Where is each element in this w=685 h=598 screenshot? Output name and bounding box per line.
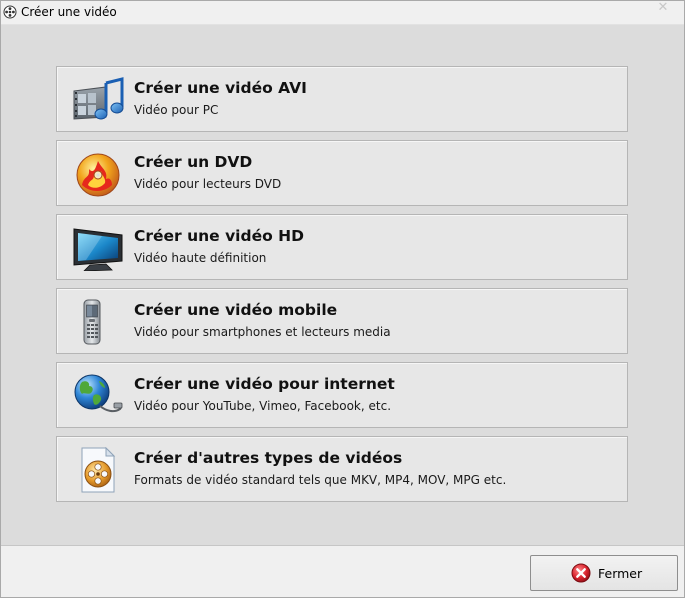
film-reel-icon [3,5,17,19]
options-panel: Créer une vidéo AVI Vidéo pour PC Créer … [1,25,684,546]
create-dvd-button[interactable]: Créer un DVD Vidéo pour lecteurs DVD [56,140,628,206]
option-title: Créer d'autres types de vidéos [134,449,403,467]
mobile-phone-icon [83,299,101,345]
title-bar: Créer une vidéo ✕ [1,1,684,25]
create-other-video-types-button[interactable]: Créer d'autres types de vidéos Formats d… [56,436,628,502]
create-hd-video-button[interactable]: Créer une vidéo HD Vidéo haute définitio… [56,214,628,280]
dialog-footer: Fermer [1,546,684,597]
option-title: Créer une vidéo AVI [134,79,307,97]
option-subtitle: Formats de vidéo standard tels que MKV, … [134,473,507,487]
create-video-dialog: Créer une vidéo ✕ Créer une vidéo AVI Vi… [0,0,685,598]
globe-icon [74,374,123,413]
close-button[interactable]: Fermer [530,555,678,591]
window-close-button[interactable]: ✕ [654,1,672,15]
close-button-label: Fermer [598,566,643,581]
option-title: Créer une vidéo pour internet [134,375,395,393]
option-title: Créer une vidéo HD [134,227,304,245]
option-subtitle: Vidéo pour PC [134,103,219,117]
window-title: Créer une vidéo [21,5,117,19]
close-circle-icon [571,563,591,583]
option-subtitle: Vidéo pour YouTube, Vimeo, Facebook, etc… [134,399,392,413]
tv-monitor-icon [73,228,123,271]
option-title: Créer une vidéo mobile [134,301,338,319]
create-avi-video-button[interactable]: Créer une vidéo AVI Vidéo pour PC [56,66,628,132]
create-internet-video-button[interactable]: Créer une vidéo pour internet Vidéo pour… [56,362,628,428]
option-subtitle: Vidéo haute définition [134,251,267,265]
dvd-disc-icon [76,153,120,197]
option-title: Créer un DVD [134,153,253,171]
create-mobile-video-button[interactable]: Créer une vidéo mobile Vidéo pour smartp… [56,288,628,354]
film-music-icon [73,77,124,120]
film-reel-file-icon [81,447,116,493]
option-subtitle: Vidéo pour lecteurs DVD [134,177,282,191]
option-subtitle: Vidéo pour smartphones et lecteurs media [134,325,391,339]
